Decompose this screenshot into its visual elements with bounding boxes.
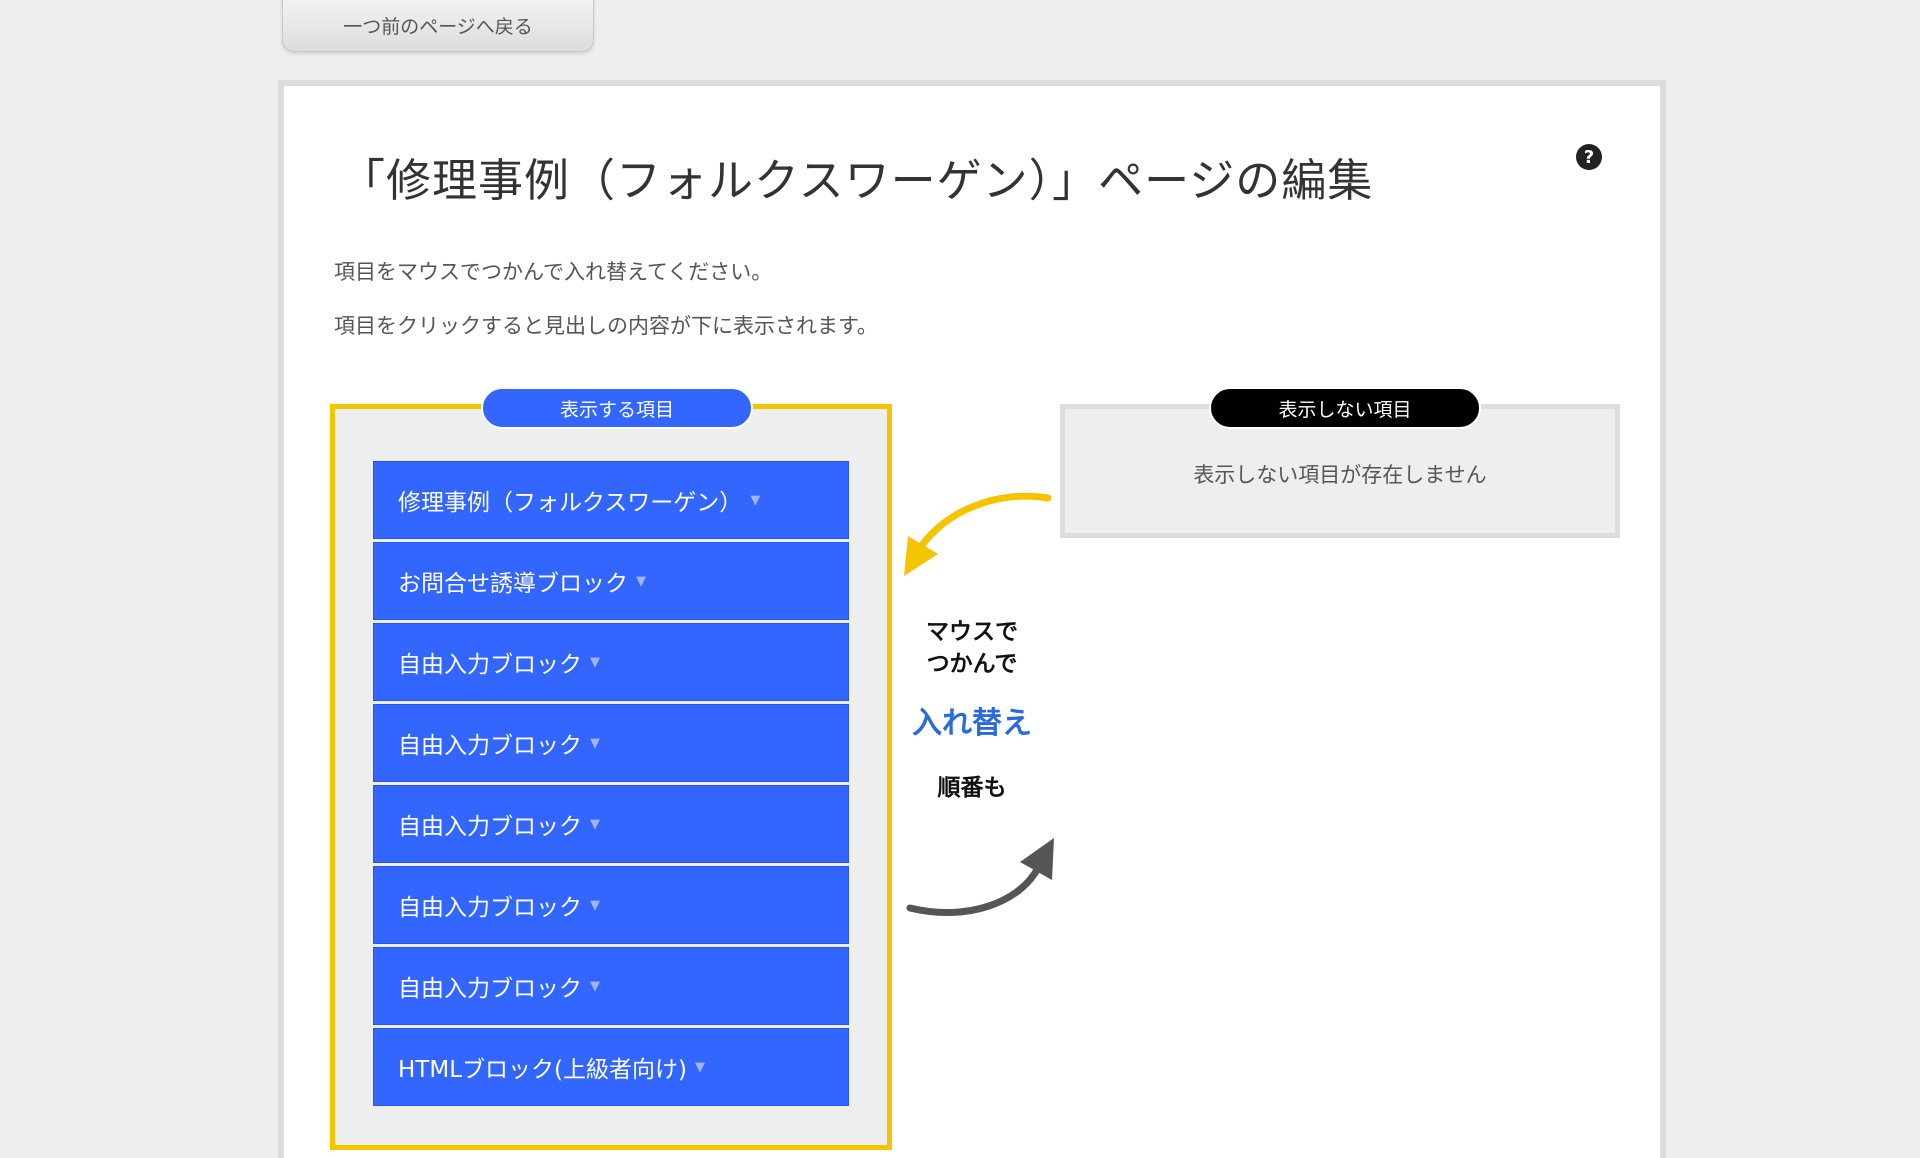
instruction-drag: 項目をマウスでつかんで入れ替えてください。 [334, 260, 773, 284]
chevron-down-icon[interactable]: ▼ [636, 574, 646, 589]
drag-hint: マウスで つかんで 入れ替え 順番も [898, 486, 1058, 1006]
block-item[interactable]: 自由入力ブロック ▼ [373, 785, 849, 863]
chevron-down-icon[interactable]: ▼ [695, 1060, 705, 1075]
page-title: 「修理事例（フォルクスワーゲン）」ページの編集 [340, 154, 1374, 207]
page: 一つ前のページへ戻る 「修理事例（フォルクスワーゲン）」ページの編集 ? 項目を… [0, 0, 1920, 1158]
block-item-label: 自由入力ブロック [398, 814, 582, 840]
shown-items-box: 表示する項目 修理事例（フォルクスワーゲン） ▼ お問合せ誘導ブロック ▼ 自由… [330, 387, 892, 1150]
hint-line-3: 入れ替え [912, 706, 1032, 741]
chevron-down-icon[interactable]: ▼ [590, 655, 600, 670]
chevron-down-icon[interactable]: ▼ [590, 817, 600, 832]
help-icon[interactable]: ? [1576, 144, 1602, 170]
hint-line-2: つかんで [926, 651, 1018, 677]
chevron-down-icon[interactable]: ▼ [590, 898, 600, 913]
hint-line-1: マウスで [926, 619, 1018, 645]
hidden-items-box[interactable]: 表示しない項目 表示しない項目が存在しません [1060, 387, 1620, 538]
block-item-label: お問合せ誘導ブロック [398, 571, 628, 597]
chevron-down-icon[interactable]: ▼ [590, 736, 600, 751]
block-item-label: HTMLブロック(上級者向け) [398, 1057, 687, 1083]
hidden-items-empty-text: 表示しない項目が存在しません [1193, 463, 1487, 487]
curved-arrow-right-icon [906, 838, 1054, 917]
block-item[interactable]: お問合せ誘導ブロック ▼ [373, 542, 849, 620]
block-item-label: 自由入力ブロック [398, 652, 582, 678]
edit-panel: 「修理事例（フォルクスワーゲン）」ページの編集 ? 項目をマウスでつかんで入れ替… [278, 80, 1666, 1158]
block-item-label: 自由入力ブロック [398, 895, 582, 921]
block-item[interactable]: HTMLブロック(上級者向け) ▼ [373, 1028, 849, 1106]
instruction-click: 項目をクリックすると見出しの内容が下に表示されます。 [334, 314, 878, 338]
block-item[interactable]: 自由入力ブロック ▼ [373, 947, 849, 1025]
block-item[interactable]: 自由入力ブロック ▼ [373, 866, 849, 944]
chevron-down-icon[interactable]: ▼ [750, 493, 760, 508]
block-item[interactable]: 自由入力ブロック ▼ [373, 623, 849, 701]
block-item[interactable]: 修理事例（フォルクスワーゲン） ▼ [373, 461, 849, 539]
hint-arrows [904, 492, 1054, 917]
shown-items-list: 修理事例（フォルクスワーゲン） ▼ お問合せ誘導ブロック ▼ 自由入力ブロック … [373, 461, 849, 1109]
block-item-label: 自由入力ブロック [398, 976, 582, 1002]
block-item-label: 自由入力ブロック [398, 733, 582, 759]
back-button[interactable]: 一つ前のページへ戻る [282, 0, 594, 52]
block-item-label: 修理事例（フォルクスワーゲン） [398, 490, 743, 516]
hidden-items-label: 表示しない項目 [1209, 387, 1481, 429]
hint-line-4: 順番も [937, 775, 1007, 801]
shown-items-label: 表示する項目 [481, 387, 753, 429]
block-item[interactable]: 自由入力ブロック ▼ [373, 704, 849, 782]
chevron-down-icon[interactable]: ▼ [590, 979, 600, 994]
curved-arrow-left-icon [904, 492, 1052, 576]
